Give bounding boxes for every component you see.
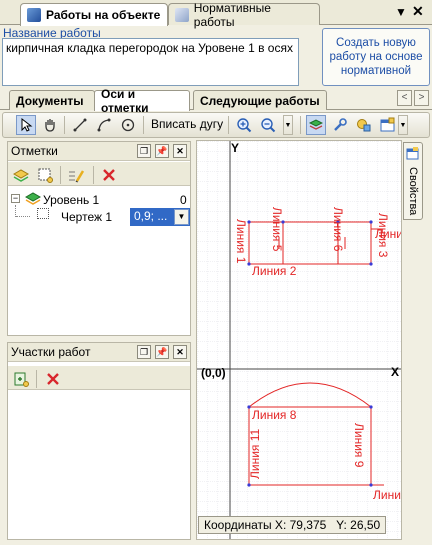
add-work-area-icon[interactable]: [13, 371, 29, 390]
y-axis-label: Y: [231, 141, 239, 155]
areas-pin-icon[interactable]: 📌: [155, 345, 169, 359]
tab-normative-works-label: Нормативные работы: [193, 0, 271, 29]
coord-x-value: 79,375: [289, 518, 327, 532]
areas-close-icon[interactable]: ✕: [173, 345, 187, 359]
properties-side-tab[interactable]: Свойства: [403, 142, 423, 220]
line-8-label: Линия 8: [252, 408, 297, 422]
line-9-label: Линия 9: [352, 423, 366, 468]
drawing-value-dropdown-icon[interactable]: ▼: [174, 209, 189, 225]
drawing-value: 0,9; ...: [134, 209, 168, 223]
coord-x-label: Координаты X:: [204, 518, 287, 532]
shapes-icon[interactable]: [354, 115, 374, 135]
dropdown-menu-icon[interactable]: ▼: [395, 5, 407, 19]
coordinates-readout: Координаты X: 79,375 Y: 26,50: [198, 516, 387, 534]
x-axis-label: X: [391, 365, 399, 379]
coord-y-value: 26,50: [350, 518, 381, 532]
toolbar-separator: [64, 116, 65, 134]
bottom-line-label: Лини: [373, 488, 401, 502]
tabs-scroll-left-icon[interactable]: <: [397, 90, 412, 106]
layers-icon[interactable]: [306, 115, 326, 135]
drawing-canvas[interactable]: Y X (0,0) Линия 1 Линия 2 Линия 3 Лини Л…: [196, 140, 402, 540]
level-value: 0: [180, 193, 187, 207]
tab-axes-and-marks[interactable]: Оси и отметки: [94, 87, 190, 115]
add-drawing-icon[interactable]: [37, 167, 53, 186]
tab-works-on-object[interactable]: Работы на объекте: [20, 3, 168, 26]
marks-restore-icon[interactable]: ❐: [137, 144, 151, 158]
draw-line-icon[interactable]: [70, 115, 90, 135]
panel-separator: [60, 166, 61, 184]
panel-separator: [93, 166, 94, 184]
tabs-scroll-right-icon[interactable]: >: [414, 90, 429, 106]
line-11-label: Линия 11: [248, 428, 262, 479]
properties-dropdown-icon[interactable]: ▼: [398, 115, 408, 135]
line-1-label: Линия 1: [234, 219, 248, 264]
zoom-out-icon[interactable]: [258, 115, 278, 135]
marks-panel-title: Отметки: [11, 144, 58, 158]
properties-side-tab-label: Свойства: [407, 167, 419, 216]
marks-panel-toolbar: [8, 162, 190, 186]
tree-collapse-icon[interactable]: −: [11, 194, 20, 203]
edit-mark-icon[interactable]: [67, 167, 85, 186]
work-areas-title: Участки работ: [11, 345, 91, 359]
coord-y-label: Y:: [336, 518, 347, 532]
line-3-side-label: Лини: [375, 227, 402, 241]
panel-separator: [36, 370, 37, 388]
tab-next-works-label: Следующие работы: [200, 93, 320, 108]
marks-close-icon[interactable]: ✕: [173, 144, 187, 158]
tab-works-on-object-label: Работы на объекте: [46, 8, 161, 22]
pan-hand-icon[interactable]: [40, 115, 60, 135]
delete-work-area-icon[interactable]: [45, 371, 61, 390]
origin-label: (0,0): [201, 366, 226, 380]
close-icon[interactable]: ✕: [412, 3, 424, 20]
marks-pin-icon[interactable]: 📌: [155, 144, 169, 158]
areas-restore-icon[interactable]: ❐: [137, 345, 151, 359]
draw-circle-icon[interactable]: [118, 115, 138, 135]
level-label[interactable]: Уровень 1: [43, 193, 99, 207]
tab-documents-label: Документы: [16, 93, 84, 108]
tab-next-works[interactable]: Следующие работы: [193, 90, 327, 110]
tree-connector: [16, 216, 30, 217]
toolbar-separator: [228, 116, 229, 134]
normative-works-icon: [175, 7, 189, 22]
zoom-in-icon[interactable]: [234, 115, 254, 135]
select-pointer-icon[interactable]: [16, 115, 36, 135]
settings-wrench-icon[interactable]: [330, 115, 350, 135]
properties-panel-icon[interactable]: [378, 115, 398, 135]
add-level-icon[interactable]: [12, 167, 30, 186]
drawing-svg[interactable]: Y X (0,0) Линия 1 Линия 2 Линия 3 Лини Л…: [197, 141, 402, 540]
tab-axes-label: Оси и отметки: [101, 87, 149, 115]
delete-mark-icon[interactable]: [101, 167, 117, 186]
properties-tab-icon: [406, 147, 419, 160]
create-from-normative-button[interactable]: Создать новую работу на основе нормативн…: [322, 28, 430, 86]
drawing-icon: [37, 208, 49, 219]
zoom-dropdown-icon[interactable]: ▼: [283, 115, 293, 135]
fit-arc-button[interactable]: Вписать дугу: [151, 117, 223, 131]
works-object-icon: [27, 8, 41, 22]
tab-normative-works[interactable]: Нормативные работы: [168, 1, 320, 29]
draw-arc-icon[interactable]: [94, 115, 114, 135]
tab-documents[interactable]: Документы: [9, 90, 95, 110]
drawing-label[interactable]: Чертеж 1: [61, 210, 112, 224]
toolbar-separator: [300, 116, 301, 134]
work-name-field[interactable]: кирпичная кладка перегородок на Уровене …: [2, 38, 299, 86]
toolbar-separator: [143, 116, 144, 134]
level-layers-icon: [24, 192, 42, 209]
line-5-label: Линия 5: [270, 207, 284, 252]
line-2-label: Линия 2: [252, 264, 297, 278]
line-6-label: Линия 6: [331, 207, 345, 252]
